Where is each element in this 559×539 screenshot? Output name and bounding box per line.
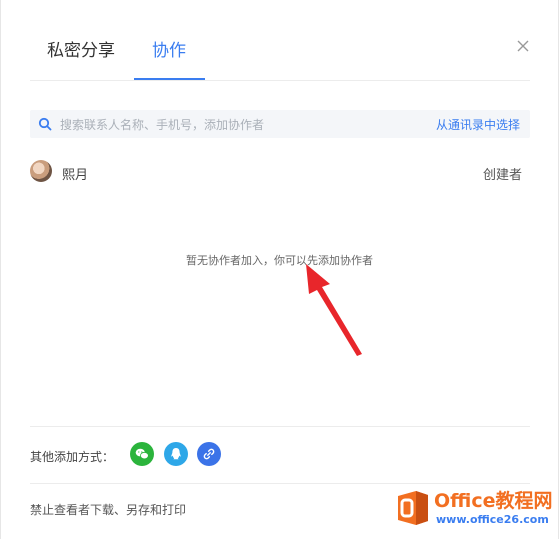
member-role-badge: 创建者: [482, 168, 522, 183]
qq-icon: [171, 448, 181, 460]
watermark: Office教程网 www.office26.com: [396, 486, 556, 530]
avatar: [30, 160, 52, 182]
divider: [30, 426, 530, 427]
search-icon: [38, 117, 52, 131]
member-row: 熙月 创建者: [30, 158, 530, 184]
divider: [30, 483, 530, 484]
office-logo-icon: [398, 491, 428, 525]
search-bar: 从通讯录中选择: [30, 110, 530, 138]
close-icon[interactable]: [515, 38, 531, 54]
link-icon: [203, 448, 215, 460]
select-from-contacts-link[interactable]: 从通讯录中选择: [436, 116, 520, 133]
restrict-download-print-option[interactable]: 禁止查看者下载、另存和打印: [30, 501, 186, 518]
tab-collaborate[interactable]: 协作: [152, 36, 186, 61]
qq-button[interactable]: [164, 442, 188, 466]
dialog-left-edge: [0, 0, 1, 539]
search-input[interactable]: [58, 114, 422, 136]
tab-private-share[interactable]: 私密分享: [47, 36, 115, 61]
copy-link-button[interactable]: [197, 442, 221, 466]
active-tab-indicator: [134, 78, 205, 80]
member-name: 熙月: [62, 168, 89, 183]
other-methods-label: 其他添加方式：: [30, 450, 115, 464]
watermark-url: www.office26.com: [436, 513, 549, 526]
tab-bar: 私密分享 协作: [30, 0, 530, 81]
empty-state-text: 暂无协作者加入，你可以先添加协作者: [186, 254, 373, 267]
annotation-arrow-icon: [306, 264, 362, 356]
wechat-button[interactable]: [130, 442, 154, 466]
wechat-icon: [135, 448, 149, 460]
collaboration-dialog: 私密分享 协作 从通讯录中选择 熙月 创建者 暂无协作者加入，你可以先添加协作者…: [0, 0, 559, 539]
watermark-title: Office教程网: [434, 490, 553, 512]
